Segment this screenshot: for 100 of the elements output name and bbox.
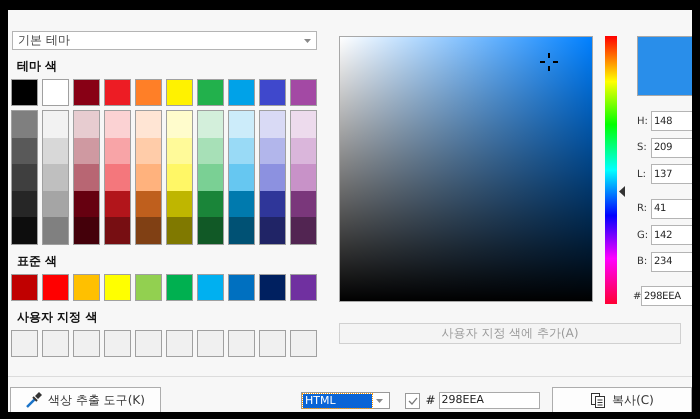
color-swatch[interactable] — [11, 217, 38, 244]
number-field[interactable]: 209 — [651, 138, 692, 158]
color-swatch[interactable] — [259, 217, 286, 244]
theme-dropdown[interactable]: 기본 테마 — [12, 31, 317, 50]
color-swatch[interactable] — [11, 138, 38, 164]
empty-swatch[interactable] — [135, 330, 162, 357]
color-swatch[interactable] — [11, 79, 38, 106]
color-swatch[interactable] — [42, 79, 69, 106]
color-swatch[interactable] — [166, 274, 193, 301]
empty-swatch[interactable] — [290, 330, 317, 357]
color-swatch[interactable] — [197, 217, 224, 244]
color-swatch[interactable] — [42, 111, 69, 138]
color-swatch[interactable] — [290, 138, 317, 164]
empty-swatch[interactable] — [197, 330, 224, 357]
hex-field[interactable]: 298EEA — [438, 392, 540, 409]
color-swatch[interactable] — [104, 111, 131, 138]
copy-button[interactable]: 복사(C) — [552, 387, 692, 412]
color-swatch[interactable] — [228, 274, 255, 301]
color-swatch[interactable] — [104, 190, 131, 218]
color-swatch[interactable] — [73, 111, 100, 138]
empty-swatch[interactable] — [166, 330, 193, 357]
color-swatch[interactable] — [197, 164, 224, 191]
eyedropper-icon — [26, 392, 42, 408]
hue-slider[interactable] — [605, 36, 625, 304]
color-swatch[interactable] — [197, 138, 224, 164]
color-swatch[interactable] — [73, 138, 100, 164]
color-swatch[interactable] — [135, 274, 162, 301]
color-swatch[interactable] — [166, 138, 193, 164]
color-swatch[interactable] — [73, 190, 100, 218]
color-swatch[interactable] — [11, 274, 38, 301]
hue-slider-thumb[interactable] — [619, 186, 625, 198]
color-swatch[interactable] — [135, 217, 162, 244]
color-swatch[interactable] — [104, 138, 131, 164]
color-swatch[interactable] — [166, 217, 193, 244]
color-swatch[interactable] — [104, 217, 131, 244]
color-swatch[interactable] — [42, 138, 69, 164]
color-swatch[interactable] — [259, 79, 286, 106]
color-swatch[interactable] — [135, 190, 162, 218]
dropdown-value: 기본 테마 — [18, 32, 70, 49]
color-swatch[interactable] — [228, 190, 255, 218]
color-picker-tool-button[interactable]: 색상 추출 도구(K) — [10, 387, 161, 412]
color-swatch[interactable] — [73, 79, 100, 106]
number-field[interactable]: 41 — [651, 198, 692, 219]
empty-swatch[interactable] — [42, 330, 69, 357]
color-swatch[interactable] — [166, 164, 193, 191]
color-swatch[interactable] — [259, 138, 286, 164]
color-swatch[interactable] — [166, 79, 193, 106]
color-swatch[interactable] — [259, 111, 286, 138]
color-swatch[interactable] — [228, 138, 255, 164]
empty-swatch[interactable] — [104, 330, 131, 357]
number-field[interactable]: 137 — [651, 164, 692, 184]
color-swatch[interactable] — [42, 190, 69, 218]
color-swatch[interactable] — [135, 79, 162, 106]
section-label: 표준 색 — [17, 252, 58, 270]
hex-field[interactable]: 298EEA — [641, 286, 692, 306]
color-swatch[interactable] — [259, 274, 286, 301]
color-swatch[interactable] — [166, 190, 193, 218]
checkbox[interactable] — [404, 393, 420, 409]
color-swatch[interactable] — [290, 274, 317, 301]
color-swatch[interactable] — [73, 217, 100, 244]
color-swatch[interactable] — [197, 274, 224, 301]
color-swatch[interactable] — [290, 164, 317, 191]
color-swatch[interactable] — [135, 111, 162, 138]
color-swatch[interactable] — [42, 164, 69, 191]
color-swatch[interactable] — [104, 274, 131, 301]
color-swatch[interactable] — [228, 164, 255, 191]
color-swatch[interactable] — [290, 217, 317, 244]
color-swatch[interactable] — [197, 111, 224, 138]
color-swatch[interactable] — [11, 164, 38, 191]
color-swatch[interactable] — [73, 164, 100, 191]
color-swatch[interactable] — [42, 217, 69, 244]
number-field[interactable]: 148 — [651, 111, 692, 132]
color-swatch[interactable] — [73, 274, 100, 301]
color-swatch[interactable] — [228, 217, 255, 244]
number-field[interactable]: 142 — [651, 225, 692, 246]
color-swatch[interactable] — [135, 164, 162, 191]
empty-swatch[interactable] — [73, 330, 100, 357]
color-swatch[interactable] — [290, 79, 317, 106]
color-swatch[interactable] — [166, 111, 193, 138]
hash-label: # — [425, 393, 436, 407]
color-swatch[interactable] — [197, 190, 224, 218]
color-swatch[interactable] — [228, 79, 255, 106]
color-swatch[interactable] — [104, 79, 131, 106]
empty-swatch[interactable] — [228, 330, 255, 357]
color-swatch[interactable] — [197, 79, 224, 106]
color-swatch[interactable] — [135, 138, 162, 164]
empty-swatch[interactable] — [11, 330, 38, 357]
color-swatch[interactable] — [290, 190, 317, 218]
number-field[interactable]: 234 — [651, 252, 692, 272]
color-swatch[interactable] — [259, 190, 286, 218]
empty-swatch[interactable] — [259, 330, 286, 357]
color-swatch[interactable] — [42, 274, 69, 301]
saturation-value-picker[interactable] — [339, 36, 593, 302]
color-swatch[interactable] — [228, 111, 255, 138]
color-swatch[interactable] — [11, 111, 38, 138]
color-swatch[interactable] — [104, 164, 131, 191]
color-swatch[interactable] — [290, 111, 317, 138]
color-swatch[interactable] — [259, 164, 286, 191]
color-swatch[interactable] — [11, 190, 38, 218]
format-select[interactable]: HTML — [301, 392, 390, 409]
